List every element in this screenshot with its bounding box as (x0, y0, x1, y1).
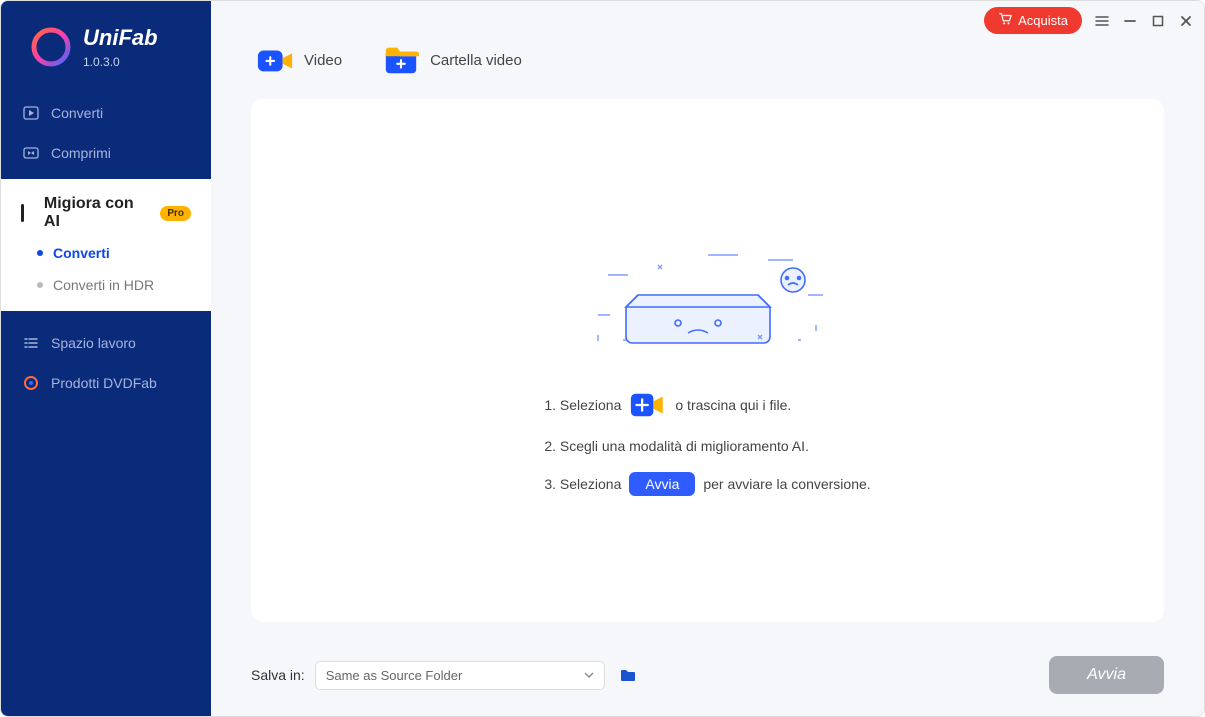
empty-box-illustration (578, 225, 838, 360)
sidebar-item-workspace[interactable]: Spazio lavoro (1, 323, 211, 363)
sidebar-active-section: Migiora con AI Pro Converti Converti in … (1, 179, 211, 311)
logo-block: UniFab 1.0.3.0 (1, 1, 211, 73)
sidebar: UniFab 1.0.3.0 Converti Comprimi Migiora… (1, 1, 211, 716)
instruction-step-1: 1. Seleziona o trascina qui i file. (544, 390, 870, 420)
bullet-icon (37, 282, 43, 288)
chevron-down-icon (584, 668, 594, 683)
sidebar-item-label: Converti (51, 105, 103, 121)
step-text: per avviare la conversione. (703, 476, 870, 492)
tool-label: Cartella video (430, 52, 522, 69)
list-icon (23, 335, 39, 351)
bullet-icon (37, 250, 43, 256)
titlebar: Acquista (984, 7, 1194, 34)
footer: Salva in: Same as Source Folder Avvia (211, 642, 1204, 716)
step-text: 3. Seleziona (544, 476, 621, 492)
save-path-value: Same as Source Folder (326, 668, 463, 683)
save-path-dropdown[interactable]: Same as Source Folder (315, 661, 605, 690)
step-text: 2. Scegli una modalità di miglioramento … (544, 438, 809, 454)
app-version: 1.0.3.0 (83, 55, 158, 69)
dropzone[interactable]: 1. Seleziona o trascina qui i file. 2. S… (251, 99, 1164, 622)
add-video-icon (256, 41, 294, 79)
instruction-step-2: 2. Scegli una modalità di miglioramento … (544, 438, 870, 454)
start-button[interactable]: Avvia (1049, 656, 1164, 694)
app-logo-icon (31, 27, 71, 67)
active-indicator-icon (21, 204, 24, 222)
browse-folder-button[interactable] (615, 662, 641, 688)
add-folder-icon (382, 41, 420, 79)
buy-button[interactable]: Acquista (984, 7, 1082, 34)
sidebar-item-label: Migiora con AI (44, 195, 150, 231)
main-panel: Acquista Video Cartella video (211, 1, 1204, 716)
tool-label: Video (304, 52, 342, 69)
step-text: 1. Seleziona (544, 397, 621, 413)
cart-icon (998, 12, 1012, 29)
sidebar-item-enhance-ai[interactable]: Migiora con AI Pro (1, 189, 211, 237)
sidebar-item-label: Prodotti DVDFab (51, 375, 157, 391)
inline-start-chip: Avvia (629, 472, 695, 496)
app-name: UniFab (83, 25, 158, 51)
buy-label: Acquista (1018, 13, 1068, 28)
inline-add-video-button[interactable] (629, 390, 667, 420)
sidebar-item-label: Spazio lavoro (51, 335, 136, 351)
add-video-button[interactable]: Video (256, 41, 342, 79)
sidebar-item-convert[interactable]: Converti (1, 93, 211, 133)
instruction-step-3: 3. Seleziona Avvia per avviare la conver… (544, 472, 870, 496)
sidebar-subitem-converti-hdr[interactable]: Converti in HDR (1, 269, 211, 301)
menu-icon[interactable] (1094, 13, 1110, 29)
compress-icon (23, 145, 39, 161)
play-box-icon (23, 105, 39, 121)
sidebar-item-label: Comprimi (51, 145, 111, 161)
step-text: o trascina qui i file. (675, 397, 791, 413)
minimize-icon[interactable] (1122, 13, 1138, 29)
add-folder-button[interactable]: Cartella video (382, 41, 522, 79)
close-icon[interactable] (1178, 13, 1194, 29)
sidebar-subitem-label: Converti in HDR (53, 277, 154, 293)
start-label: Avvia (1087, 666, 1126, 683)
sidebar-subitem-label: Converti (53, 245, 110, 261)
maximize-icon[interactable] (1150, 13, 1166, 29)
pro-badge: Pro (160, 206, 191, 221)
sidebar-item-compress[interactable]: Comprimi (1, 133, 211, 173)
dvdfab-icon (23, 375, 39, 391)
save-to-label: Salva in: (251, 667, 305, 683)
sidebar-item-dvdfab-products[interactable]: Prodotti DVDFab (1, 363, 211, 403)
sidebar-subitem-converti[interactable]: Converti (1, 237, 211, 269)
